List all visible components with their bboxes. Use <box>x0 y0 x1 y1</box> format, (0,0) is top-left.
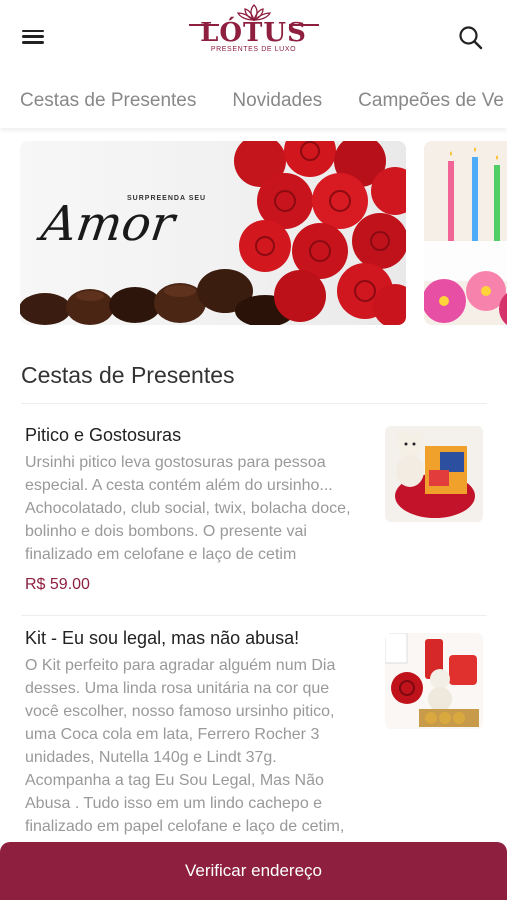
check-address-button[interactable]: Verificar endereço <box>0 842 507 900</box>
product-card[interactable]: Kit - Eu sou legal, mas não abusa! O Kit… <box>25 627 487 838</box>
product-description: O Kit perfeito para agradar alguém num D… <box>25 657 345 835</box>
hamburger-icon <box>22 29 44 32</box>
product-divider <box>21 615 487 616</box>
tab-campeoes[interactable]: Campeões de Ve <box>340 76 507 126</box>
product-image <box>385 633 483 729</box>
tab-novidades[interactable]: Novidades <box>214 76 340 126</box>
product-card[interactable]: Pitico e Gostosuras Ursinhi pitico leva … <box>25 424 487 594</box>
menu-button[interactable] <box>22 26 48 48</box>
birthday-cake-image <box>424 141 507 325</box>
banner-amor[interactable]: SURPREENDA SEU Amor <box>20 141 406 325</box>
search-button[interactable] <box>457 24 485 52</box>
banner-big-text: Amor <box>38 196 178 252</box>
product-price: R$ 59.00 <box>25 576 90 593</box>
banner-carousel[interactable]: SURPREENDA SEU Amor <box>20 141 507 325</box>
section-divider <box>21 403 487 404</box>
banner-birthday[interactable] <box>424 141 507 325</box>
tab-cestas-de-presentes[interactable]: Cestas de Presentes <box>0 76 214 126</box>
product-image <box>385 426 483 522</box>
product-description: Ursinhi pitico leva gostosuras para pess… <box>25 454 351 563</box>
brand-logo[interactable]: LÓTUS PRESENTES DE LUXO <box>188 4 319 53</box>
section-title: Cestas de Presentes <box>21 362 235 388</box>
category-tabs: Cestas de Presentes Novidades Campeões de … <box>0 76 507 128</box>
search-icon <box>459 26 483 50</box>
app-header: LÓTUS PRESENTES DE LUXO <box>0 0 507 76</box>
